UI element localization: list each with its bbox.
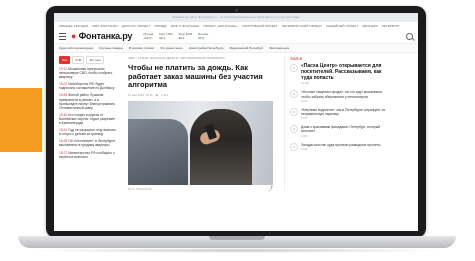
top5-views: 4 980 bbox=[301, 134, 308, 138]
top5-rank: 2 bbox=[290, 90, 298, 99]
top-nav-link[interactable]: Свежее сегодня bbox=[59, 24, 88, 28]
breadcrumb[interactable]: Авто • 12 мая • Фонтанка-Деньги • Автомо… bbox=[128, 56, 273, 60]
top5-views: 12 400 bbox=[301, 82, 309, 86]
ticker: Погода +12°C Курс USD 92,4 Курс EUR 99,1 Бе… bbox=[143, 32, 208, 40]
top5-sidebar: ТОП-5 1 «Пасха Центр» открывается для по… bbox=[284, 56, 388, 191]
site-logo[interactable]: ● Фонтанка.ру bbox=[71, 31, 132, 41]
photo-caption-row: Фото: Shutterstock ⤴ bbox=[128, 186, 273, 191]
news-item[interactable]: 19:12Мошенники пригрозили пенсионерке СВ… bbox=[59, 67, 117, 79]
news-tab-18[interactable]: 18+ мин bbox=[86, 56, 104, 64]
top5-views: 8 210 bbox=[301, 99, 308, 103]
top-nav-link[interactable]: Мир фонтанки bbox=[92, 24, 117, 28]
top5-rank: 4 bbox=[290, 125, 298, 134]
webcam-icon bbox=[234, 9, 238, 12]
news-feed: Все СПБ 18+ мин 19:12Мошенники пригрозил… bbox=[59, 56, 117, 191]
sub-nav-link[interactable]: Что нужно знать bbox=[160, 46, 183, 50]
orange-accent-block bbox=[0, 88, 42, 152]
share-icon[interactable]: ⤴ bbox=[268, 186, 273, 191]
top-nav-link[interactable]: Мир о Фонтанке bbox=[171, 24, 200, 28]
browser-screen: Реклама на сайте Фонтанка.ру — по вопрос… bbox=[54, 13, 418, 231]
laptop-frame: Реклама на сайте Фонтанка.ру — по вопрос… bbox=[46, 6, 426, 238]
content-columns: Все СПБ 18+ мин 19:12Мошенники пригрозил… bbox=[54, 53, 418, 191]
article-title: Чтобы не платить за дождь. Как работает … bbox=[128, 63, 263, 90]
eye-icon: ◉ bbox=[155, 92, 158, 97]
top5-item[interactable]: 4 Дома с красивыми фасадами: Петербург, … bbox=[290, 125, 388, 138]
sub-nav: Куда пойти на выходных Крупные пожары В … bbox=[54, 44, 418, 53]
photo-caption: Фото: Shutterstock bbox=[128, 186, 152, 191]
top5-rank: 3 bbox=[290, 107, 298, 116]
news-item[interactable]: 18:41Суд не разрешил отцу выехать в отпу… bbox=[59, 128, 117, 136]
top5-item[interactable]: 2 «Ночные хищники города»: на что идут м… bbox=[290, 90, 388, 103]
top5-title: ТОП-5 bbox=[290, 56, 302, 61]
top-nav-link[interactable]: Авиация bbox=[362, 24, 377, 28]
top-nav-link[interactable]: Дискурс-проект bbox=[122, 24, 151, 28]
top-nav-link[interactable]: Проект «Фонтанка» bbox=[203, 24, 237, 28]
laptop-shadow bbox=[28, 248, 446, 253]
news-item[interactable]: 18:40Кто поедет в круизы от Балтийских п… bbox=[59, 113, 117, 125]
photo-person bbox=[190, 108, 252, 185]
top5-item[interactable]: 5 Загадки мостов: куда пропали разводные… bbox=[290, 142, 388, 151]
sub-nav-link[interactable]: Фонтанка-дом bbox=[269, 46, 289, 50]
search-icon[interactable] bbox=[406, 32, 413, 40]
news-tab-spb[interactable]: СПБ bbox=[72, 56, 85, 64]
top-nav-link[interactable]: Спортивный проект bbox=[242, 24, 278, 28]
sub-nav-link[interactable]: В поисках лучших bbox=[129, 46, 154, 50]
article: Авто • 12 мая • Фонтанка-Деньги • Автомо… bbox=[128, 56, 273, 191]
news-item[interactable]: 18:27Министерство РФ сообщило о переносе… bbox=[59, 151, 117, 159]
ticker-item: Курс EUR 99,1 bbox=[178, 32, 193, 40]
top5-views: 3 640 bbox=[301, 147, 308, 151]
menu-icon[interactable] bbox=[59, 32, 66, 40]
article-date: 12 мая 2024, 18:15 bbox=[128, 92, 153, 97]
top5-item[interactable]: 1 «Пасха Центр» открывается для посетите… bbox=[290, 63, 388, 86]
news-item[interactable]: 18:33Об «Источнике»: в Петербурге выстав… bbox=[59, 139, 117, 147]
top-nav: Свежее сегодня Мир фонтанки Дискурс-прое… bbox=[54, 22, 418, 29]
news-tab-all[interactable]: Все bbox=[59, 56, 71, 64]
top-nav-link[interactable]: Семейный проект bbox=[326, 24, 358, 28]
ticker-item: Бензин 57,9 bbox=[198, 32, 209, 40]
top5-item[interactable]: 3 «Мертвые водители»: как в Петербурге ш… bbox=[290, 107, 388, 121]
laptop-notch bbox=[209, 236, 265, 240]
top5-rank: 1 bbox=[290, 64, 298, 72]
article-views: 2 341 bbox=[160, 92, 168, 97]
top5-views: 6 105 bbox=[301, 117, 308, 121]
news-tabs: Все СПБ 18+ мин bbox=[59, 56, 117, 64]
top-nav-link[interactable]: Петербург bbox=[382, 24, 400, 28]
sub-nav-link[interactable]: Куда пойти на выходных bbox=[59, 46, 93, 50]
top-nav-link[interactable]: Правда bbox=[154, 24, 167, 28]
sub-nav-link[interactable]: Крупные пожары bbox=[99, 46, 123, 50]
news-item[interactable]: 18:49Жилой район Пушкина превратится в р… bbox=[59, 93, 117, 109]
top-nav-link[interactable]: Петербургский проект bbox=[282, 24, 322, 28]
laptop-base bbox=[18, 236, 456, 248]
ad-banner[interactable]: Реклама на сайте Фонтанка.ру — по вопрос… bbox=[54, 13, 418, 22]
ticker-item: Погода +12°C bbox=[143, 32, 154, 40]
ticker-item: Курс USD 92,4 bbox=[159, 32, 173, 40]
sub-nav-link[interactable]: Медицинский Петербург bbox=[229, 46, 263, 50]
sub-nav-link[interactable]: Новостройки Петербурга bbox=[189, 46, 224, 50]
news-item[interactable]: 19:02Минобороны РФ: будет подписано согл… bbox=[59, 82, 117, 90]
article-photo[interactable] bbox=[128, 100, 273, 185]
top5-rank: 5 bbox=[290, 142, 298, 151]
photo-car bbox=[128, 118, 188, 185]
site-header: ● Фонтанка.ру Погода +12°C Курс USD 92,4 К… bbox=[54, 29, 418, 44]
article-meta: 12 мая 2024, 18:15 ◉ 2 341 bbox=[128, 93, 273, 97]
